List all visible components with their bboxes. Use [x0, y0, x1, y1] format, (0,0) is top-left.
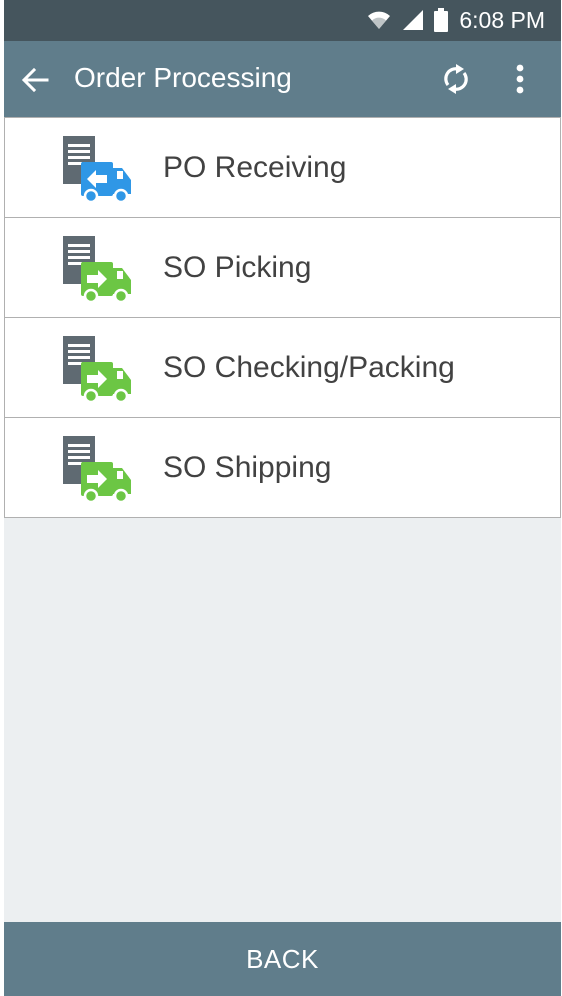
- app-screen: 6:08 PM Order Processing PO Receiving SO…: [4, 0, 561, 996]
- status-bar: 6:08 PM: [4, 0, 561, 41]
- page-title: Order Processing: [74, 62, 292, 93]
- battery-icon: [434, 8, 449, 32]
- back-button[interactable]: BACK: [4, 922, 561, 996]
- menu-item-label: SO Shipping: [163, 451, 332, 484]
- menu-item-so-shipping[interactable]: SO Shipping: [4, 418, 561, 518]
- wifi-icon: [368, 11, 391, 29]
- app-bar: Order Processing: [4, 41, 561, 117]
- menu-item-so-checking-packing[interactable]: SO Checking/Packing: [4, 318, 561, 418]
- status-icons: 6:08 PM: [366, 6, 545, 34]
- menu-item-so-picking[interactable]: SO Picking: [4, 218, 561, 318]
- menu-item-label: PO Receiving: [163, 151, 347, 184]
- signal-icon: [403, 10, 424, 30]
- menu-item-po-receiving[interactable]: PO Receiving: [4, 118, 561, 218]
- more-vert-icon[interactable]: [504, 59, 536, 99]
- shipping-truck-icon: [63, 436, 131, 502]
- sync-icon[interactable]: [436, 59, 476, 99]
- shipping-truck-icon: [63, 236, 131, 302]
- shipping-truck-icon: [63, 336, 131, 402]
- menu-item-label: SO Checking/Packing: [163, 351, 455, 384]
- menu-item-label: SO Picking: [163, 251, 312, 284]
- back-button-label: BACK: [246, 943, 319, 974]
- receiving-truck-icon: [63, 136, 131, 202]
- status-time: 6:08 PM: [459, 6, 545, 33]
- menu-list: PO Receiving SO Picking SO Checking/Pack…: [4, 117, 561, 518]
- arrow-left-icon[interactable]: [20, 65, 50, 95]
